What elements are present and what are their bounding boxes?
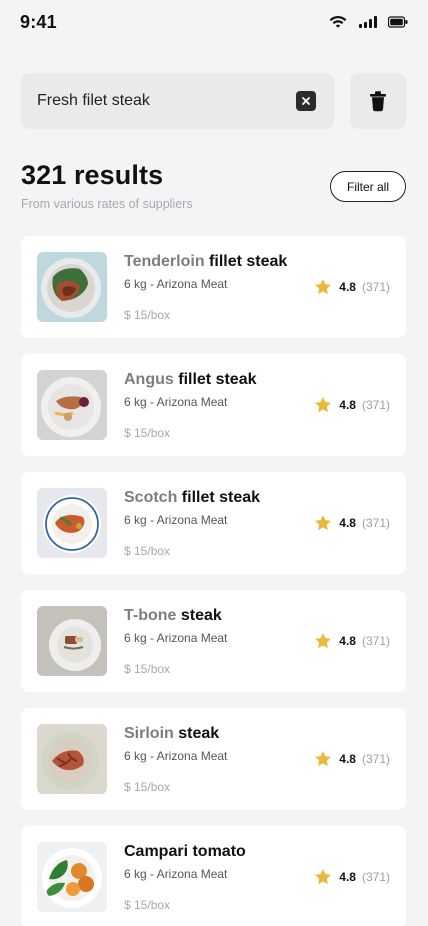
status-bar: 9:41 <box>0 0 428 44</box>
search-query: Fresh filet steak <box>37 92 150 109</box>
filter-all-button[interactable]: Filter all <box>330 171 406 202</box>
product-list: Tenderloin fillet steak 6 kg - Arizona M… <box>21 236 406 926</box>
product-card[interactable]: Angus fillet steak 6 kg - Arizona Meat $… <box>21 354 406 456</box>
tenderloin-steak-image <box>37 252 107 322</box>
star-icon <box>315 279 332 295</box>
sirloin-steak-image <box>37 724 107 794</box>
product-name: Sirloin steak <box>124 725 219 743</box>
rating-value: 4.8 <box>339 280 356 294</box>
product-price: $ 15/box <box>124 662 171 676</box>
product-card[interactable]: T-bone steak 6 kg - Arizona Meat $ 15/bo… <box>21 590 406 692</box>
results-subtitle: From various rates of suppliers <box>21 197 193 211</box>
wifi-icon <box>328 15 348 29</box>
star-icon <box>315 869 332 885</box>
trash-icon <box>370 91 386 112</box>
search-input[interactable]: Fresh filet steak <box>21 73 334 129</box>
product-meta: 6 kg - Arizona Meat <box>124 513 228 527</box>
rating-value: 4.8 <box>339 398 356 412</box>
product-name-main: steak <box>178 725 220 742</box>
product-rating: 4.8 (371) <box>313 749 390 769</box>
rating-count: (371) <box>361 752 390 766</box>
search-row: Fresh filet steak <box>21 73 406 129</box>
rating-count: (371) <box>361 398 390 412</box>
product-name-main: fillet steak <box>178 371 257 388</box>
product-name-prefix: T-bone <box>124 607 177 624</box>
product-name-prefix: Angus <box>124 371 174 388</box>
angus-steak-image <box>37 370 107 440</box>
product-name-main: steak <box>180 607 222 624</box>
rating-count: (371) <box>361 634 390 648</box>
scotch-steak-image <box>37 488 107 558</box>
results-header: 321 results From various rates of suppli… <box>21 160 406 216</box>
clear-search-button[interactable] <box>296 91 316 111</box>
product-name-main: Campari tomato <box>124 843 246 860</box>
product-rating: 4.8 (371) <box>313 277 390 297</box>
campari-tomato-image <box>37 842 107 912</box>
product-name-main: fillet steak <box>181 489 261 506</box>
product-price: $ 15/box <box>124 898 171 912</box>
product-meta: 6 kg - Arizona Meat <box>124 277 228 291</box>
star-icon <box>315 515 332 531</box>
product-name-prefix: Tenderloin <box>124 253 205 270</box>
product-name: Angus fillet steak <box>124 371 257 389</box>
product-rating: 4.8 (371) <box>313 867 390 887</box>
product-name: Tenderloin fillet steak <box>124 253 287 271</box>
product-name: T-bone steak <box>124 607 222 625</box>
rating-value: 4.8 <box>339 870 356 884</box>
product-name: Scotch fillet steak <box>124 489 260 507</box>
product-rating: 4.8 (371) <box>313 513 390 533</box>
product-name-main: fillet steak <box>209 253 288 270</box>
signal-icon <box>358 15 378 29</box>
product-name: Campari tomato <box>124 843 246 861</box>
product-price: $ 15/box <box>124 426 171 440</box>
tbone-steak-image <box>37 606 107 676</box>
product-rating: 4.8 (371) <box>313 395 390 415</box>
delete-search-button[interactable] <box>350 73 406 129</box>
rating-value: 4.8 <box>339 516 356 530</box>
star-icon <box>315 633 332 649</box>
product-name-prefix: Scotch <box>124 489 178 506</box>
rating-count: (371) <box>361 516 390 530</box>
product-meta: 6 kg - Arizona Meat <box>124 395 228 409</box>
product-card[interactable]: Campari tomato 6 kg - Arizona Meat $ 15/… <box>21 826 406 926</box>
rating-count: (371) <box>361 280 390 294</box>
product-meta: 6 kg - Arizona Meat <box>124 631 228 645</box>
star-icon <box>315 397 332 413</box>
status-icons <box>328 15 408 29</box>
close-icon <box>302 97 310 105</box>
status-time: 9:41 <box>20 11 57 32</box>
star-icon <box>315 751 332 767</box>
product-card[interactable]: Scotch fillet steak 6 kg - Arizona Meat … <box>21 472 406 574</box>
product-card[interactable]: Sirloin steak 6 kg - Arizona Meat $ 15/b… <box>21 708 406 810</box>
rating-value: 4.8 <box>339 634 356 648</box>
rating-count: (371) <box>361 870 390 884</box>
product-price: $ 15/box <box>124 544 171 558</box>
rating-value: 4.8 <box>339 752 356 766</box>
results-count-title: 321 results <box>21 160 164 190</box>
product-price: $ 15/box <box>124 780 171 794</box>
product-price: $ 15/box <box>124 308 171 322</box>
product-meta: 6 kg - Arizona Meat <box>124 867 228 881</box>
product-rating: 4.8 (371) <box>313 631 390 651</box>
battery-icon <box>388 15 408 29</box>
app-screen: 9:41 Fresh filet steak 321 results From … <box>0 0 428 926</box>
product-card[interactable]: Tenderloin fillet steak 6 kg - Arizona M… <box>21 236 406 338</box>
product-meta: 6 kg - Arizona Meat <box>124 749 228 763</box>
product-name-prefix: Sirloin <box>124 725 174 742</box>
